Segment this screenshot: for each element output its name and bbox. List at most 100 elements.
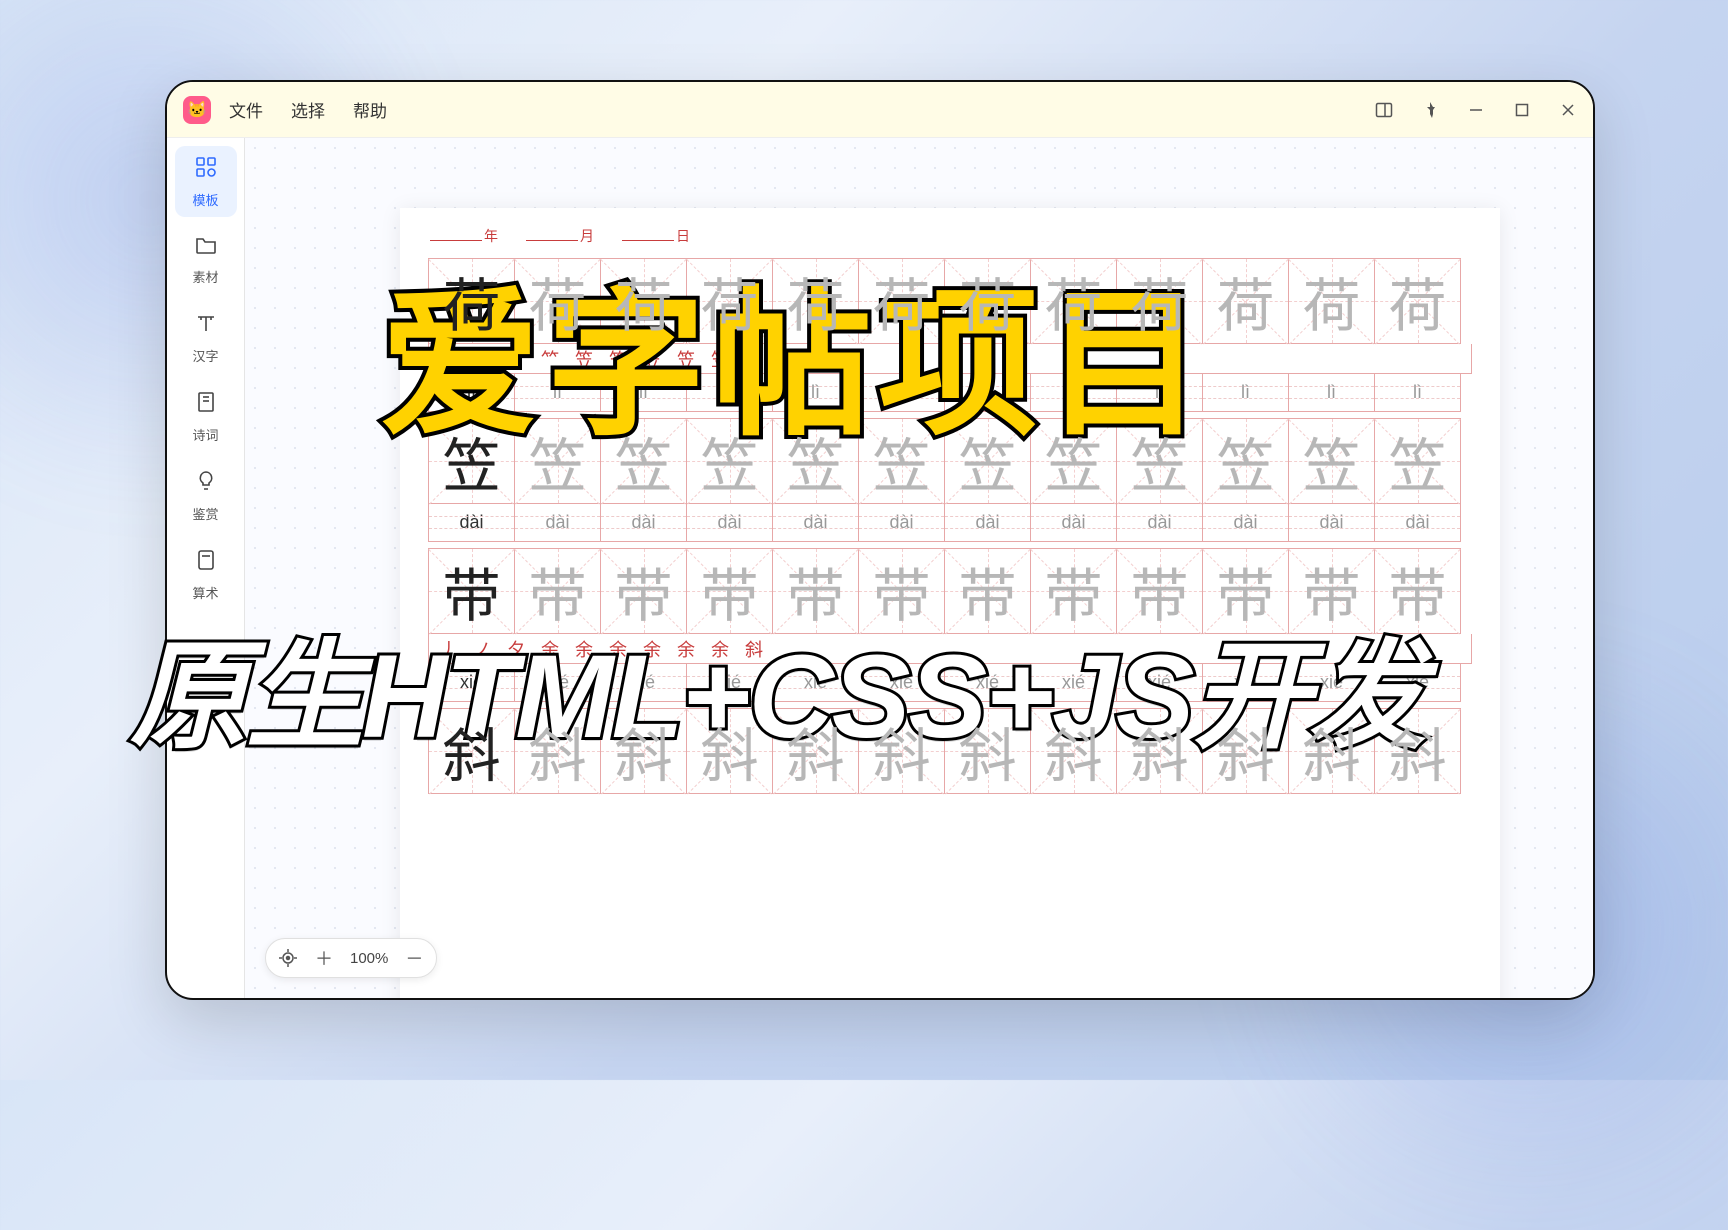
- pinyin-row: dàidàidàidàidàidàidàidàidàidàidàidài: [428, 504, 1472, 542]
- sidebar-item-2[interactable]: 汉字: [175, 302, 237, 373]
- char-glyph: 带: [614, 549, 672, 633]
- char-glyph: 带: [1044, 549, 1102, 633]
- char-cell: 带: [1375, 548, 1461, 634]
- char-glyph: 带: [700, 549, 758, 633]
- char-glyph: 斜: [1388, 709, 1446, 793]
- type-icon: [195, 312, 217, 340]
- char-glyph: 笠: [872, 419, 930, 503]
- char-glyph: 笠: [786, 419, 844, 503]
- char-cell: 笠: [1375, 418, 1461, 504]
- template-icon: [195, 156, 217, 184]
- char-glyph: 笠: [1302, 419, 1360, 503]
- sidebar: 模板素材汉字诗词鉴赏算术: [167, 138, 245, 998]
- char-glyph: 斜: [528, 709, 586, 793]
- book-icon: [196, 391, 216, 419]
- char-glyph: 斜: [786, 709, 844, 793]
- char-glyph: 笠: [700, 419, 758, 503]
- char-glyph: 荷: [442, 259, 500, 343]
- pinyin-cell: dài: [429, 504, 515, 542]
- pinyin-cell: dài: [515, 504, 601, 542]
- char-glyph: 荷: [528, 259, 586, 343]
- char-glyph: 斜: [1216, 709, 1274, 793]
- char-glyph: 带: [1216, 549, 1274, 633]
- char-glyph: 带: [442, 549, 500, 633]
- char-glyph: 带: [1130, 549, 1188, 633]
- pinyin-cell: dài: [859, 504, 945, 542]
- pinyin-cell: dài: [1289, 504, 1375, 542]
- zoom-bar: ＋ 100% －: [265, 938, 437, 978]
- pinyin-cell: dài: [1375, 504, 1461, 542]
- pinyin-cell: lì: [1375, 374, 1461, 412]
- menu-help[interactable]: 帮助: [353, 97, 387, 122]
- char-cell: 笠: [1289, 418, 1375, 504]
- titlebar: 🐱 文件 选择 帮助: [167, 82, 1593, 138]
- char-cell: 荷: [1289, 258, 1375, 344]
- close-icon[interactable]: [1559, 101, 1577, 119]
- char-glyph: 笠: [1216, 419, 1274, 503]
- sidebar-item-label: 模板: [192, 190, 218, 209]
- pinyin-cell: lì: [1289, 374, 1375, 412]
- sidebar-item-0[interactable]: 模板: [175, 146, 237, 217]
- zoom-value: 100%: [344, 950, 394, 967]
- char-glyph: 荷: [700, 259, 758, 343]
- char-glyph: 带: [786, 549, 844, 633]
- char-cell: 荷: [1375, 258, 1461, 344]
- zoom-in-button[interactable]: ＋: [308, 942, 340, 974]
- pinyin-cell: dài: [945, 504, 1031, 542]
- char-glyph: 斜: [1130, 709, 1188, 793]
- sidebar-item-label: 诗词: [192, 425, 218, 444]
- char-glyph: 荷: [786, 259, 844, 343]
- canvas-area[interactable]: 年 月 日 荷荷荷荷荷荷荷荷荷荷荷荷丿ハ竹𥫗笠笠笠笠笠笠lìlìlìlìlìlì…: [245, 138, 1593, 998]
- calc-icon: [196, 549, 216, 577]
- menu-file[interactable]: 文件: [229, 97, 263, 122]
- char-cell: 斜: [1375, 708, 1461, 794]
- pinyin-cell: dài: [1031, 504, 1117, 542]
- pinyin-cell: dài: [1203, 504, 1289, 542]
- char-glyph: 带: [1388, 549, 1446, 633]
- char-glyph: 斜: [442, 709, 500, 793]
- menu-select[interactable]: 选择: [291, 97, 325, 122]
- pinyin-cell: dài: [687, 504, 773, 542]
- maximize-icon[interactable]: [1513, 101, 1531, 119]
- pinyin-cell: dài: [773, 504, 859, 542]
- pin-icon[interactable]: [1421, 101, 1439, 119]
- char-glyph: 荷: [1044, 259, 1102, 343]
- sidebar-item-label: 汉字: [192, 346, 218, 365]
- char-cell: 笠: [1203, 418, 1289, 504]
- minimize-icon[interactable]: [1467, 101, 1485, 119]
- char-glyph: 荷: [1216, 259, 1274, 343]
- sidebar-item-1[interactable]: 素材: [175, 225, 237, 294]
- folder-icon: [195, 235, 217, 261]
- char-glyph: 带: [528, 549, 586, 633]
- char-glyph: 斜: [1044, 709, 1102, 793]
- char-glyph: 荷: [958, 259, 1016, 343]
- char-glyph: 荷: [614, 259, 672, 343]
- panel-icon[interactable]: [1375, 101, 1393, 119]
- char-glyph: 荷: [1130, 259, 1188, 343]
- app-window: 🐱 文件 选择 帮助 模板素材汉字诗词鉴赏算术: [165, 80, 1595, 1000]
- char-cell: 荷: [1203, 258, 1289, 344]
- locate-button[interactable]: [272, 942, 304, 974]
- pinyin-cell: dài: [601, 504, 687, 542]
- char-glyph: 笠: [1044, 419, 1102, 503]
- sidebar-item-3[interactable]: 诗词: [175, 381, 237, 452]
- char-glyph: 荷: [872, 259, 930, 343]
- char-glyph: 笠: [1388, 419, 1446, 503]
- char-glyph: 斜: [700, 709, 758, 793]
- char-glyph: 笠: [528, 419, 586, 503]
- pinyin-cell: dài: [1117, 504, 1203, 542]
- char-glyph: 斜: [872, 709, 930, 793]
- sidebar-item-label: 鉴赏: [192, 504, 218, 523]
- char-glyph: 带: [872, 549, 930, 633]
- pinyin-cell: lì: [1203, 374, 1289, 412]
- app-logo: 🐱: [183, 96, 211, 124]
- char-glyph: 笠: [614, 419, 672, 503]
- char-glyph: 笠: [442, 419, 500, 503]
- zoom-out-button[interactable]: －: [398, 942, 430, 974]
- char-glyph: 斜: [614, 709, 672, 793]
- bulb-icon: [196, 470, 216, 498]
- char-glyph: 带: [958, 549, 1016, 633]
- sidebar-item-label: 素材: [192, 267, 218, 286]
- char-glyph: 带: [1302, 549, 1360, 633]
- sidebar-item-4[interactable]: 鉴赏: [175, 460, 237, 531]
